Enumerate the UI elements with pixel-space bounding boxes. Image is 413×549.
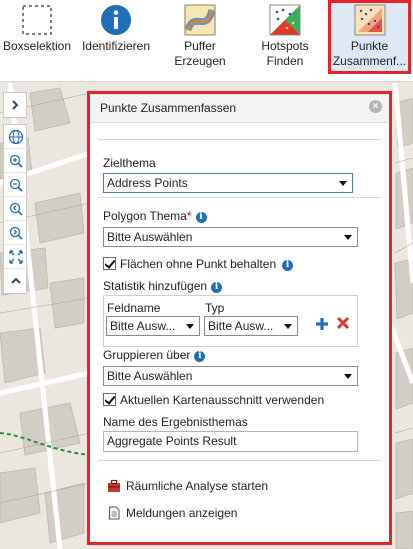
current-extent-label: Aktuellen Kartenausschnitt verwenden — [120, 393, 325, 407]
box-selection-tool[interactable]: Boxselektion — [0, 0, 74, 78]
keep-empty-checkbox-row[interactable]: Flächen ohne Punkt behalten i — [103, 257, 294, 271]
current-extent-checkbox-row[interactable]: Aktuellen Kartenausschnitt verwenden — [103, 393, 324, 407]
divider — [98, 460, 381, 461]
gruppieren-value: Bitte Auswählen — [107, 369, 193, 383]
chevron-down-icon — [344, 235, 352, 240]
polygon-thema-label: Polygon Thema* i — [103, 209, 207, 223]
previous-extent-icon — [9, 202, 23, 216]
info-icon — [101, 5, 131, 35]
tool-label-line2: Finden — [266, 54, 304, 68]
start-analysis-label: Räumliche Analyse starten — [126, 479, 269, 493]
show-messages-label: Meldungen anzeigen — [126, 506, 238, 520]
tool-label-line2: Erzeugen — [174, 54, 226, 68]
chevron-down-icon — [186, 324, 194, 329]
globe-icon — [8, 129, 24, 144]
polygon-thema-value: Bitte Auswählen — [107, 230, 193, 244]
typ-header: Typ — [205, 301, 225, 315]
next-extent-button[interactable] — [4, 221, 28, 245]
required-mark: * — [186, 209, 192, 223]
aggregate-points-icon — [354, 4, 385, 36]
polygon-thema-label-text: Polygon Thema — [103, 209, 187, 223]
buffer-tool[interactable]: Puffer Erzeugen — [160, 0, 240, 78]
aggregate-points-tool[interactable]: Punkte Zusammenf... — [328, 0, 411, 74]
result-name-input[interactable]: Aggregate Points Result — [103, 431, 358, 452]
remove-statistic-icon[interactable] — [335, 315, 351, 331]
typ-select[interactable]: Bitte Ausw... — [204, 316, 298, 336]
chevron-right-icon — [12, 100, 19, 110]
expand-panel-button[interactable] — [3, 92, 27, 118]
tool-label: Identifizieren — [81, 39, 151, 53]
tool-label-line1: Hotspots — [261, 39, 309, 53]
hotspot-icon — [269, 4, 301, 36]
polygon-thema-select[interactable]: Bitte Auswählen — [103, 227, 358, 247]
info-icon[interactable]: i — [195, 212, 207, 223]
zoom-in-icon — [9, 154, 23, 168]
collapse-up-icon — [11, 277, 21, 284]
keep-empty-label: Flächen ohne Punkt behalten — [120, 257, 277, 271]
current-extent-checkbox[interactable] — [103, 393, 116, 406]
chevron-down-icon — [344, 374, 352, 379]
feldname-header: Feldname — [107, 301, 161, 315]
gruppieren-label: Gruppieren über i — [103, 348, 206, 362]
feldname-select[interactable]: Bitte Ausw... — [106, 316, 200, 336]
divider — [98, 197, 381, 198]
box-selection-icon — [22, 5, 52, 35]
tool-label-line2: Zusammenf... — [332, 54, 407, 68]
info-icon[interactable]: i — [282, 260, 294, 271]
add-statistic-icon[interactable] — [314, 316, 330, 332]
close-icon[interactable]: × — [369, 100, 382, 113]
map-tools — [3, 92, 28, 294]
tool-label: Boxselektion — [2, 39, 72, 53]
buffer-icon — [184, 4, 216, 36]
chevron-down-icon — [284, 324, 292, 329]
aggregate-points-panel: Punkte Zusammenfassen × Zielthema Addres… — [87, 91, 392, 545]
divider — [98, 139, 381, 140]
zoom-in-button[interactable] — [4, 149, 28, 173]
document-icon — [109, 506, 120, 520]
statistik-label: Statistik hinzufügen i — [103, 279, 223, 293]
tool-label-line1: Puffer — [184, 39, 216, 53]
feldname-value: Bitte Ausw... — [110, 319, 176, 333]
statistik-label-text: Statistik hinzufügen — [103, 279, 208, 293]
zielthema-label: Zielthema — [103, 156, 156, 170]
tool-label-line1: Punkte — [350, 39, 389, 53]
zielthema-value: Address Points — [107, 176, 188, 190]
info-icon[interactable]: i — [211, 282, 223, 293]
identify-tool[interactable]: Identifizieren — [76, 0, 156, 78]
panel-header: Punkte Zusammenfassen × — [90, 94, 389, 123]
gruppieren-select[interactable]: Bitte Auswählen — [103, 366, 358, 386]
hotspots-tool[interactable]: Hotspots Finden — [245, 0, 325, 78]
previous-extent-button[interactable] — [4, 197, 28, 221]
collapse-up-button[interactable] — [4, 269, 28, 293]
zoom-out-icon — [9, 178, 23, 192]
globe-button[interactable] — [4, 125, 28, 149]
toolbar: Boxselektion Identifizieren Puffer Erzeug… — [0, 0, 413, 82]
panel-title: Punkte Zusammenfassen — [100, 101, 237, 115]
show-messages-link[interactable]: Meldungen anzeigen — [107, 506, 237, 520]
next-extent-icon — [9, 226, 23, 240]
result-name-label: Name des Ergebnisthemas — [103, 415, 248, 429]
typ-value: Bitte Ausw... — [208, 319, 274, 333]
chevron-down-icon — [339, 181, 347, 186]
tool-label: Punkte Zusammenf... — [331, 39, 408, 69]
full-extent-icon — [9, 249, 23, 264]
toolbox-icon — [108, 479, 120, 492]
full-extent-button[interactable] — [4, 245, 28, 269]
zielthema-select[interactable]: Address Points — [103, 173, 353, 193]
start-analysis-link[interactable]: Räumliche Analyse starten — [107, 479, 268, 493]
gruppieren-label-text: Gruppieren über — [103, 348, 191, 362]
tool-label: Puffer Erzeugen — [160, 39, 240, 69]
tool-label: Hotspots Finden — [245, 39, 325, 69]
zoom-out-button[interactable] — [4, 173, 28, 197]
keep-empty-checkbox[interactable] — [103, 257, 116, 270]
map-nav-stack — [3, 124, 28, 294]
info-icon[interactable]: i — [194, 351, 206, 362]
